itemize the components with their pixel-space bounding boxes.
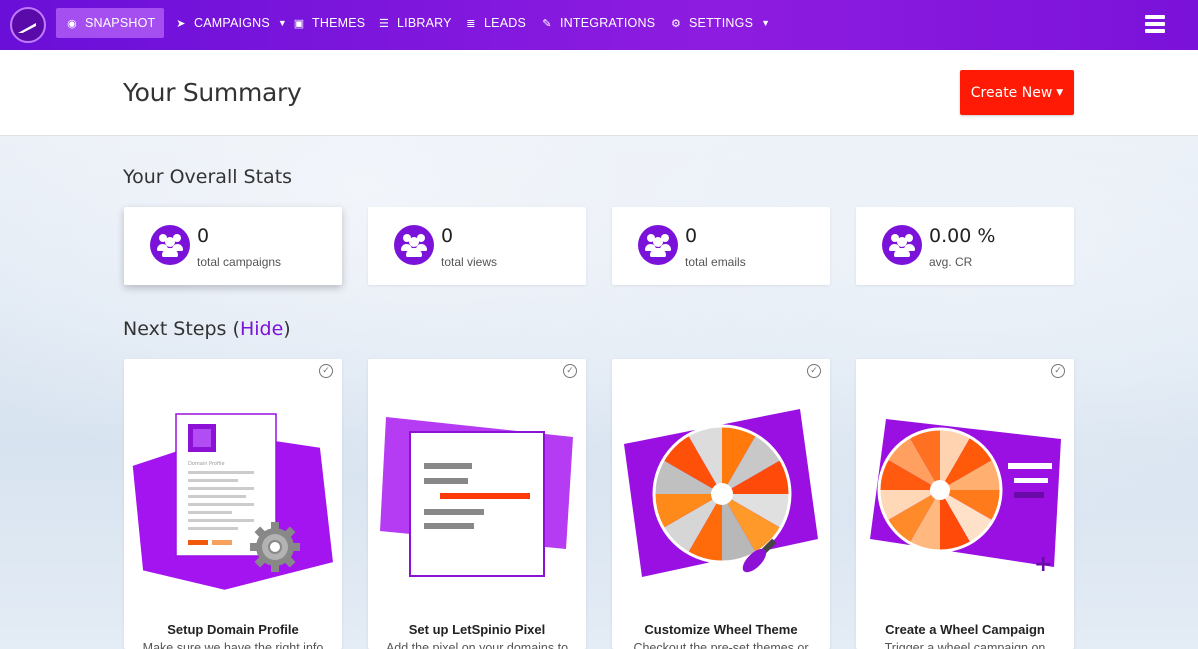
step-description: Make sure we have the right info [142, 641, 324, 649]
nav-label: THEMES [312, 16, 366, 30]
stat-card-cr: 0.00 % avg. CR [856, 207, 1074, 285]
app-logo[interactable] [10, 7, 46, 43]
nav-item-snapshot[interactable]: ◉ SNAPSHOT [56, 8, 165, 38]
step-title: Set up LetSpinio Pixel [408, 622, 546, 637]
step-card-wheel-theme[interactable]: ✓ Customize Wheel Theme Checkout the pre… [612, 359, 830, 649]
hide-paren-open: ( [232, 318, 240, 340]
step-title: Customize Wheel Theme [644, 622, 798, 637]
step-description: Checkout the pre-set themes or [633, 641, 809, 649]
create-new-button[interactable]: Create New ▼ [960, 70, 1074, 115]
pixel-illustration [380, 417, 573, 577]
hide-link[interactable]: Hide [240, 318, 283, 340]
nav-label: LIBRARY [397, 16, 452, 30]
nav-label: INTEGRATIONS [560, 16, 656, 30]
step-title: Setup Domain Profile [167, 622, 299, 637]
next-steps-title: Next Steps (Hide) [123, 318, 291, 340]
users-icon [394, 225, 434, 265]
users-icon [150, 225, 190, 265]
nav-item-campaigns[interactable]: ➤ CAMPAIGNS ▼ [165, 8, 296, 38]
svg-text:Domain Profile: Domain Profile [188, 461, 225, 467]
dashboard-icon: ◉ [67, 17, 77, 30]
step-card-wheel-campaign[interactable]: ✓ + Create a Wheel Campaign Trigger a wh… [856, 359, 1074, 649]
nav-label: CAMPAIGNS [194, 16, 270, 30]
stat-value: 0 [441, 225, 454, 247]
list-icon: ≣ [466, 17, 476, 30]
step-card-pixel[interactable]: ✓ Set up LetSpinio Pixel Add the pixel o… [368, 359, 586, 649]
step-description: Add the pixel on your domains to [385, 641, 569, 649]
nav-item-leads[interactable]: ≣ LEADS [455, 8, 535, 38]
nav-label: SNAPSHOT [85, 16, 156, 30]
top-navbar: ◉ SNAPSHOT ➤ CAMPAIGNS ▼ ▣ THEMES ☰ LIBR… [0, 0, 1198, 50]
wheel-campaign-illustration: + [870, 419, 1061, 577]
nav-label: LEADS [484, 16, 526, 30]
library-icon: ☰ [378, 17, 390, 30]
stats-section-title: Your Overall Stats [123, 166, 293, 188]
nav-item-themes[interactable]: ▣ THEMES [283, 8, 374, 38]
nav-item-settings[interactable]: ⚙ SETTINGS ▼ [660, 8, 779, 38]
stat-value: 0 [685, 225, 698, 247]
caret-down-icon: ▼ [1056, 87, 1064, 98]
stat-label: total campaigns [197, 255, 282, 269]
stat-card-campaigns: 0 total campaigns [124, 207, 342, 285]
page-header: Your Summary Create New ▼ [0, 50, 1198, 136]
caret-down-icon: ▼ [761, 18, 771, 28]
create-new-label: Create New [970, 84, 1053, 101]
users-icon [882, 225, 922, 265]
nav-item-integrations[interactable]: ✎ INTEGRATIONS [531, 8, 664, 38]
next-steps-label: Next Steps [123, 318, 227, 340]
domain-profile-illustration: Domain Profile [132, 413, 333, 590]
step-title: Create a Wheel Campaign [885, 622, 1045, 637]
paper-plane-icon: ➤ [176, 17, 186, 30]
stat-label: total views [441, 255, 498, 269]
menu-icon[interactable] [1145, 15, 1165, 33]
stat-label: avg. CR [929, 255, 973, 269]
stat-card-emails: 0 total emails [612, 207, 830, 285]
stat-card-views: 0 total views [368, 207, 586, 285]
check-circle-icon[interactable]: ✓ [319, 364, 333, 378]
step-card-domain-profile[interactable]: ✓ Domain Profile Setup Domain Profile Ma… [124, 359, 342, 649]
step-description: Trigger a wheel campaign on [884, 641, 1046, 649]
wheel-theme-illustration [624, 409, 818, 577]
svg-text:+: + [1034, 552, 1052, 577]
check-circle-icon[interactable]: ✓ [1051, 364, 1065, 378]
stat-value: 0 [197, 225, 210, 247]
hide-paren-close: ) [283, 318, 291, 340]
stat-value: 0.00 % [929, 225, 996, 247]
check-circle-icon[interactable]: ✓ [563, 364, 577, 378]
nav-label: SETTINGS [689, 16, 754, 30]
users-icon [638, 225, 678, 265]
page-title: Your Summary [123, 78, 302, 107]
nav-item-library[interactable]: ☰ LIBRARY [368, 8, 461, 38]
gears-icon: ⚙ [670, 17, 682, 30]
stat-label: total emails [685, 255, 746, 269]
plug-icon: ✎ [542, 17, 552, 30]
image-icon: ▣ [293, 17, 305, 30]
check-circle-icon[interactable]: ✓ [807, 364, 821, 378]
